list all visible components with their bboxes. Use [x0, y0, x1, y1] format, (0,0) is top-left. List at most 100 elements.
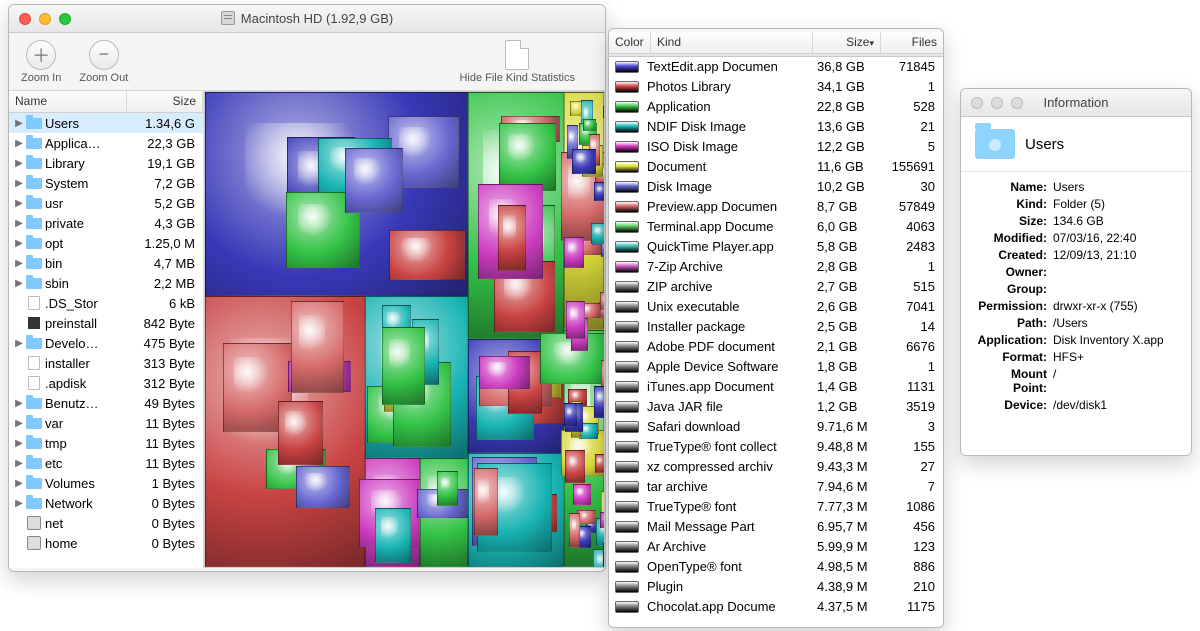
- disclosure-triangle-icon[interactable]: ▶: [13, 458, 25, 469]
- kind-row[interactable]: iTunes.app Document1,4 GB1131: [609, 377, 943, 397]
- kind-row[interactable]: NDIF Disk Image13,6 GB21: [609, 117, 943, 137]
- tree-row[interactable]: ▶Network0 Bytes: [9, 493, 203, 513]
- col-kind[interactable]: Kind: [651, 32, 813, 53]
- col-name[interactable]: Name: [9, 91, 127, 112]
- disclosure-triangle-icon[interactable]: ▶: [13, 258, 25, 269]
- close-icon[interactable]: [971, 97, 983, 109]
- kind-row[interactable]: Safari download9.71,6 M3: [609, 417, 943, 437]
- kind-row[interactable]: Unix executable2,6 GB7041: [609, 297, 943, 317]
- zoom-in-button[interactable]: ＋ Zoom In: [21, 40, 61, 84]
- disclosure-triangle-icon[interactable]: ▶: [13, 398, 25, 409]
- disclosure-triangle-icon[interactable]: ▶: [13, 198, 25, 209]
- kind-row[interactable]: TextEdit.app Documen36,8 GB71845: [609, 57, 943, 77]
- tree-row[interactable]: home0 Bytes: [9, 533, 203, 553]
- tree-row[interactable]: .apdisk312 Byte: [9, 373, 203, 393]
- kind-row[interactable]: Terminal.app Docume6,0 GB4063: [609, 217, 943, 237]
- zoom-icon[interactable]: [1011, 97, 1023, 109]
- treemap-block[interactable]: [583, 119, 597, 132]
- treemap[interactable]: [204, 91, 605, 568]
- disclosure-triangle-icon[interactable]: ▶: [13, 238, 25, 249]
- tree-row[interactable]: ▶bin4,7 MB: [9, 253, 203, 273]
- treemap-block[interactable]: [600, 512, 605, 528]
- disclosure-triangle-icon[interactable]: ▶: [13, 158, 25, 169]
- zoom-icon[interactable]: [59, 13, 71, 25]
- tree-row[interactable]: ▶var11 Bytes: [9, 413, 203, 433]
- treemap-block[interactable]: [603, 543, 605, 568]
- main-titlebar[interactable]: Macintosh HD (1.92,9 GB): [9, 5, 605, 33]
- treemap-block[interactable]: [345, 148, 404, 214]
- treemap-block[interactable]: [474, 468, 498, 535]
- disclosure-triangle-icon[interactable]: ▶: [13, 138, 25, 149]
- kind-row[interactable]: Plugin4.38,9 M210: [609, 577, 943, 597]
- kind-row[interactable]: Chocolat.app Docume4.37,5 M1175: [609, 597, 943, 617]
- tree-row[interactable]: ▶Users1.34,6 G: [9, 113, 203, 133]
- tree-row[interactable]: net0 Bytes: [9, 513, 203, 533]
- tree-row[interactable]: ▶etc11 Bytes: [9, 453, 203, 473]
- treemap-block[interactable]: [498, 205, 526, 271]
- col-color[interactable]: Color: [609, 32, 651, 53]
- kind-row[interactable]: QuickTime Player.app5,8 GB2483: [609, 237, 943, 257]
- treemap-block[interactable]: [389, 230, 464, 281]
- treemap-block[interactable]: [375, 508, 411, 563]
- kinds-column-header[interactable]: Color Kind Size▾ Files: [609, 32, 943, 54]
- kind-row[interactable]: 7-Zip Archive2,8 GB1: [609, 257, 943, 277]
- treemap-block[interactable]: [594, 182, 605, 201]
- kind-row[interactable]: Java JAR file1,2 GB3519: [609, 397, 943, 417]
- treemap-block[interactable]: [573, 484, 591, 505]
- close-icon[interactable]: [19, 13, 31, 25]
- tree-row[interactable]: ▶sbin2,2 MB: [9, 273, 203, 293]
- treemap-block[interactable]: [296, 466, 350, 509]
- treemap-block[interactable]: [569, 513, 580, 547]
- treemap-block[interactable]: [565, 450, 585, 483]
- kinds-list[interactable]: TextEdit.app Documen36,8 GB71845Photos L…: [609, 57, 943, 628]
- kind-row[interactable]: Preview.app Documen8,7 GB57849: [609, 197, 943, 217]
- treemap-block[interactable]: [564, 237, 584, 268]
- minimize-icon[interactable]: [39, 13, 51, 25]
- treemap-block[interactable]: [291, 301, 345, 393]
- treemap-block[interactable]: [594, 386, 605, 418]
- col-size[interactable]: Size: [127, 91, 203, 112]
- kind-row[interactable]: Ar Archive5.99,9 M123: [609, 537, 943, 557]
- tree-row[interactable]: ▶opt1.25,0 M: [9, 233, 203, 253]
- treemap-block[interactable]: [382, 327, 425, 405]
- treemap-block[interactable]: [499, 123, 556, 191]
- kind-row[interactable]: TrueType® font7.77,3 M1086: [609, 497, 943, 517]
- treemap-block[interactable]: [564, 403, 577, 426]
- disclosure-triangle-icon[interactable]: ▶: [13, 178, 25, 189]
- tree-row[interactable]: ▶Applica…22,3 GB: [9, 133, 203, 153]
- tree-column-header[interactable]: Name Size: [9, 91, 203, 113]
- disclosure-triangle-icon[interactable]: ▶: [13, 418, 25, 429]
- treemap-block[interactable]: [278, 401, 323, 466]
- kind-row[interactable]: Adobe PDF document2,1 GB6676: [609, 337, 943, 357]
- tree-row[interactable]: ▶Library19,1 GB: [9, 153, 203, 173]
- disclosure-triangle-icon[interactable]: ▶: [13, 478, 25, 489]
- tree-row[interactable]: ▶Benutz…49 Bytes: [9, 393, 203, 413]
- kind-row[interactable]: TrueType® font collect9.48,8 M155: [609, 437, 943, 457]
- kind-row[interactable]: OpenType® font4.98,5 M886: [609, 557, 943, 577]
- kind-row[interactable]: ISO Disk Image12,2 GB5: [609, 137, 943, 157]
- kind-row[interactable]: ZIP archive2,7 GB515: [609, 277, 943, 297]
- kind-row[interactable]: Document11,6 GB155691: [609, 157, 943, 177]
- kind-row[interactable]: Installer package2,5 GB14: [609, 317, 943, 337]
- tree-row[interactable]: ▶Volumes1 Bytes: [9, 473, 203, 493]
- treemap-block[interactable]: [600, 292, 605, 310]
- kind-row[interactable]: tar archive7.94,6 M7: [609, 477, 943, 497]
- treemap-block[interactable]: [479, 356, 530, 389]
- kind-row[interactable]: Disk Image10,2 GB30: [609, 177, 943, 197]
- treemap-block[interactable]: [437, 471, 458, 506]
- treemap-block[interactable]: [603, 106, 605, 118]
- zoom-out-button[interactable]: − Zoom Out: [79, 40, 128, 84]
- treemap-block[interactable]: [577, 510, 595, 524]
- tree-row[interactable]: ▶tmp11 Bytes: [9, 433, 203, 453]
- disclosure-triangle-icon[interactable]: ▶: [13, 438, 25, 449]
- tree-row[interactable]: preinstall842 Byte: [9, 313, 203, 333]
- disclosure-triangle-icon[interactable]: ▶: [13, 338, 25, 349]
- tree-row[interactable]: ▶private4,3 GB: [9, 213, 203, 233]
- kind-row[interactable]: Mail Message Part6.95,7 M456: [609, 517, 943, 537]
- tree-row[interactable]: installer313 Byte: [9, 353, 203, 373]
- col-files[interactable]: Files: [881, 32, 943, 53]
- kinds-titlebar[interactable]: Color Kind Size▾ Files: [609, 29, 943, 57]
- treemap-block[interactable]: [572, 149, 595, 174]
- disclosure-triangle-icon[interactable]: ▶: [13, 498, 25, 509]
- kind-row[interactable]: Application22,8 GB528: [609, 97, 943, 117]
